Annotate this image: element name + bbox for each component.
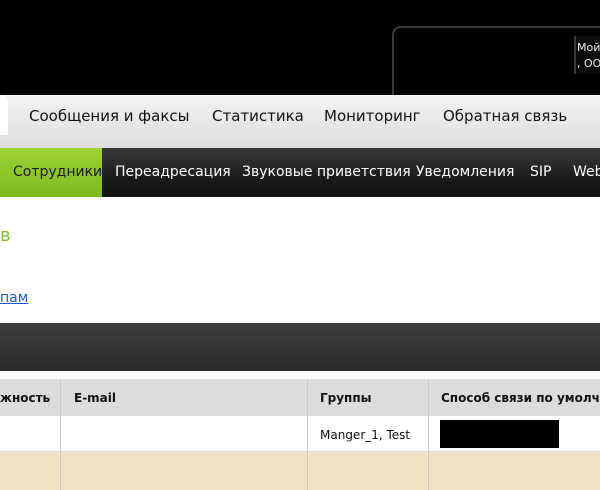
column-header-email[interactable]: E-mail <box>74 391 116 405</box>
subnav-item-notifications[interactable]: Уведомления <box>416 164 514 180</box>
column-divider <box>60 379 61 490</box>
nav-item-messages-faxes[interactable]: Сообщения и факсы <box>29 107 189 125</box>
subnav-item-employees-label: Сотрудники <box>13 164 103 180</box>
nav-item-monitoring[interactable]: Мониторинг <box>324 107 421 125</box>
account-company: , ОО <box>577 57 600 70</box>
nav-item-feedback[interactable]: Обратная связь <box>443 107 567 125</box>
column-header-position[interactable]: жность <box>0 391 50 405</box>
cell-groups: Manger_1, Test <box>320 428 411 442</box>
column-header-contact-method[interactable]: Способ связи по умолчан <box>441 391 600 405</box>
column-divider <box>428 379 429 490</box>
account-panel <box>392 26 600 98</box>
column-divider <box>307 379 308 490</box>
account-link[interactable]: Мой <box>577 41 600 54</box>
text-link[interactable]: пам <box>0 290 28 306</box>
main-nav-active-tab-edge[interactable] <box>0 95 8 135</box>
nav-item-statistics[interactable]: Статистика <box>212 107 304 125</box>
toolbar-band <box>0 323 600 371</box>
redacted-contact-value <box>440 420 559 448</box>
subnav-item-greetings[interactable]: Звуковые приветствия <box>242 164 411 180</box>
subnav-item-forwarding[interactable]: Переадресация <box>115 164 231 180</box>
section-heading-fragment: в <box>0 225 11 246</box>
column-header-groups[interactable]: Группы <box>320 391 372 405</box>
subnav-item-sip[interactable]: SIP <box>530 164 551 180</box>
subnav-item-web[interactable]: Web <box>573 164 600 180</box>
table-row[interactable] <box>0 452 600 490</box>
